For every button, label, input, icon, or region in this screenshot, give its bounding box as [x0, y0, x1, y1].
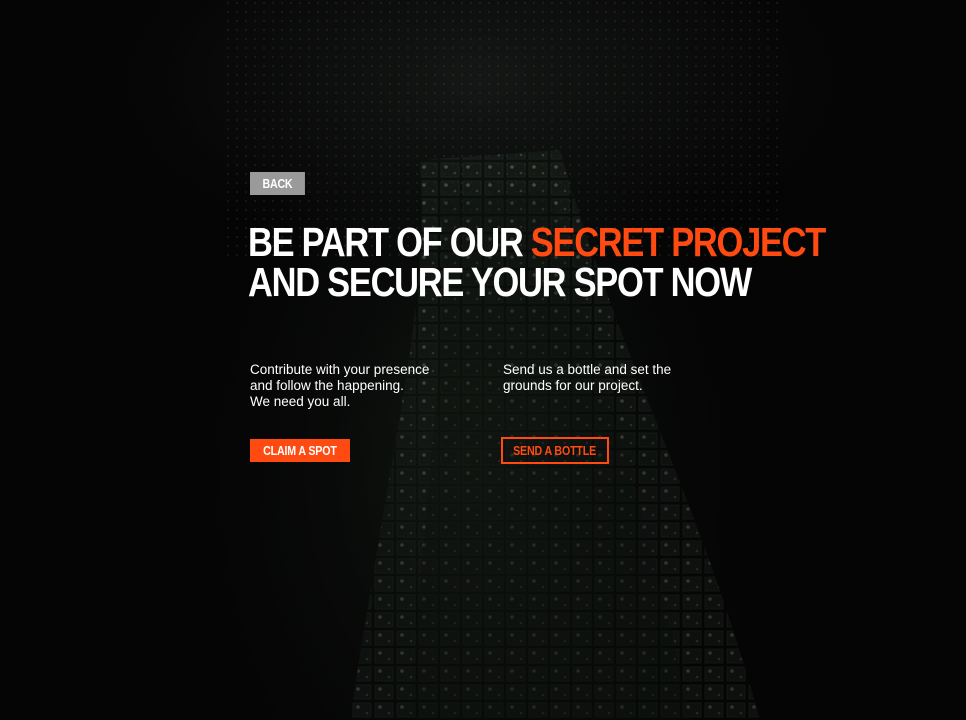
claim-a-spot-label: CLAIM A SPOT — [263, 443, 337, 458]
headline-line2: AND SECURE YOUR SPOT NOW — [248, 259, 752, 305]
page-title: BE PART OF OUR SECRET PROJECT AND SECURE … — [248, 222, 826, 305]
presence-option: Contribute with your presence and follow… — [250, 362, 480, 410]
bottle-text-line1: Send us a bottle and set the — [503, 362, 672, 377]
page-background: BACK BE PART OF OUR SECRET PROJECT AND SE… — [0, 0, 966, 720]
presence-text-line2: and follow the happening. — [250, 378, 404, 393]
presence-text-line1: Contribute with your presence — [250, 362, 430, 377]
presence-text-line3: We need you all. — [250, 394, 351, 409]
send-a-bottle-label: SEND A BOTTLE — [513, 443, 597, 458]
bottle-text-line2: grounds for our project. — [503, 378, 643, 393]
send-a-bottle-button[interactable]: SEND A BOTTLE — [501, 437, 609, 464]
back-button[interactable]: BACK — [250, 172, 305, 195]
claim-a-spot-button[interactable]: CLAIM A SPOT — [250, 439, 350, 462]
tower-background-image — [0, 0, 966, 720]
bottle-option: Send us a bottle and set the grounds for… — [503, 362, 733, 394]
